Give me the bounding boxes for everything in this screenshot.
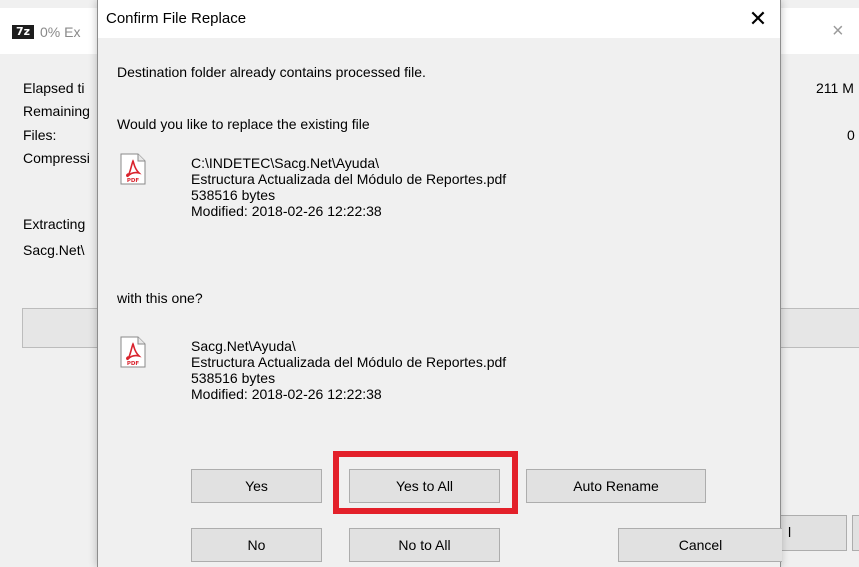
background-button-fragment-2[interactable] xyxy=(852,515,859,551)
background-button-fragment[interactable]: l xyxy=(776,515,847,551)
background-button-label: l xyxy=(788,524,792,540)
yes-to-all-highlight-annotation xyxy=(333,451,518,514)
dialog-title: Confirm File Replace xyxy=(106,10,247,27)
remaining-time-label: Remaining xyxy=(23,103,90,119)
elapsed-time-label: Elapsed ti xyxy=(23,80,85,96)
no-to-all-button[interactable]: No to All xyxy=(349,528,500,562)
compression-label: Compressi xyxy=(23,150,90,166)
current-path-label: Sacg.Net\ xyxy=(23,242,85,258)
destination-message: Destination folder already contains proc… xyxy=(117,64,426,80)
7zip-app-icon: 7z xyxy=(12,25,34,39)
auto-rename-button[interactable]: Auto Rename xyxy=(526,469,706,503)
replace-question: Would you like to replace the existing f… xyxy=(117,116,370,132)
dialog-titlebar: Confirm File Replace ✕ xyxy=(98,0,780,38)
background-window-title: 0% Ex xyxy=(40,24,81,40)
background-close-icon[interactable]: × xyxy=(832,20,844,43)
size-value: 211 M xyxy=(816,80,854,96)
progress-bar-left xyxy=(22,308,99,348)
pdf-icon-label: PDF xyxy=(127,361,140,367)
new-file-info: Sacg.Net\Ayuda\ Estructura Actualizada d… xyxy=(191,338,506,402)
no-button[interactable]: No xyxy=(191,528,322,562)
existing-file-path: C:\INDETEC\Sacg.Net\Ayuda\ xyxy=(191,155,380,171)
files-label: Files: xyxy=(23,127,57,143)
pdf-file-icon: PDF xyxy=(120,153,146,185)
with-this-one-label: with this one? xyxy=(117,290,203,306)
existing-file-size: 538516 bytes xyxy=(191,187,276,203)
new-file-name: Estructura Actualizada del Módulo de Rep… xyxy=(191,354,507,370)
cancel-button[interactable]: Cancel xyxy=(618,528,782,562)
existing-file-name: Estructura Actualizada del Módulo de Rep… xyxy=(191,171,507,187)
confirm-file-replace-dialog: Confirm File Replace ✕ Destination folde… xyxy=(97,0,782,567)
new-file-modified: Modified: 2018-02-26 12:22:38 xyxy=(191,386,382,402)
existing-file-modified: Modified: 2018-02-26 12:22:38 xyxy=(191,203,382,219)
files-value: 0 xyxy=(847,127,855,143)
new-file-path: Sacg.Net\Ayuda\ xyxy=(191,338,296,354)
close-icon[interactable]: ✕ xyxy=(738,4,778,34)
existing-file-info: C:\INDETEC\Sacg.Net\Ayuda\ Estructura Ac… xyxy=(191,155,506,219)
new-file-size: 538516 bytes xyxy=(191,370,276,386)
pdf-icon-label: PDF xyxy=(127,178,140,184)
extracting-label: Extracting xyxy=(23,216,86,232)
pdf-file-icon: PDF xyxy=(120,336,146,368)
progress-bar-right xyxy=(776,308,859,348)
yes-button[interactable]: Yes xyxy=(191,469,322,503)
